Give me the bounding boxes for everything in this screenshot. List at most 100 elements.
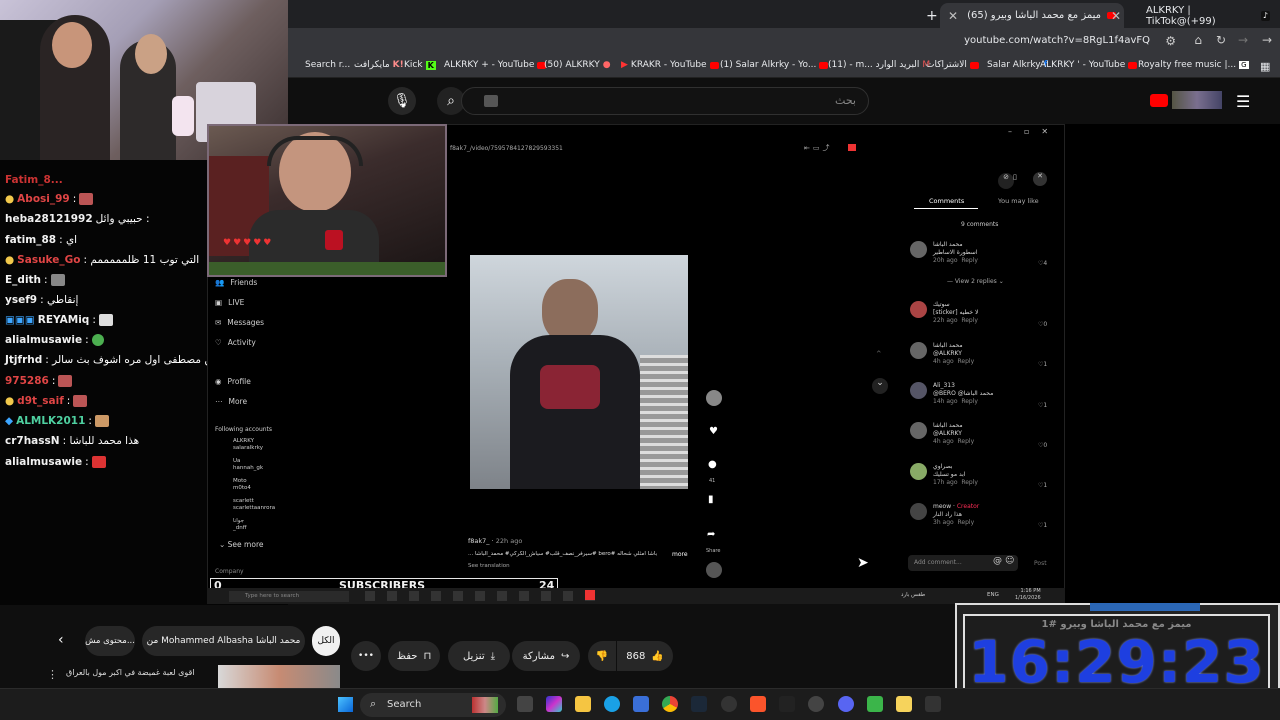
youtube-icon[interactable] — [1150, 94, 1168, 107]
copilot-icon[interactable] — [546, 696, 562, 712]
video-thumbnail[interactable] — [218, 665, 340, 689]
bookmark[interactable]: ALKRKY ' - YouTube — [1040, 60, 1138, 70]
save-button[interactable]: حفظ ⊓ — [388, 641, 440, 671]
app-icon[interactable] — [808, 696, 824, 712]
capcut-icon[interactable] — [779, 696, 795, 712]
share-icon[interactable]: ➦ — [707, 529, 715, 540]
like-count[interactable]: ♡0 — [1038, 442, 1047, 449]
avatar[interactable] — [910, 342, 927, 359]
post-button[interactable]: Post — [1034, 560, 1047, 567]
download-button[interactable]: تنزيل ⤓ — [448, 641, 510, 671]
bookmark[interactable]: الاشتراكات — [926, 60, 979, 70]
close-icon[interactable]: ✕ — [948, 9, 958, 23]
following-account[interactable]: ALKRKY salaralkrky — [233, 438, 263, 452]
chip[interactable]: من Mohammed Albasha محمد الباشا — [142, 626, 305, 656]
bookmark[interactable]: (50) ALKRKY ● — [544, 60, 611, 70]
tune-icon[interactable]: ⚙ — [1165, 34, 1176, 48]
chevron-left-icon[interactable]: ‹ — [58, 632, 64, 648]
sidebar-item-friends[interactable]: 👥 Friends — [215, 278, 257, 287]
close-icon[interactable]: ✕ — [1103, 3, 1121, 28]
window-controls[interactable]: –▫✕ — [1008, 127, 1060, 136]
more-actions-button[interactable]: ••• — [351, 641, 381, 671]
share-button[interactable]: مشاركة ↪ — [512, 641, 580, 671]
task-view-icon[interactable] — [517, 696, 533, 712]
reload-icon[interactable]: ↻ — [1216, 33, 1226, 47]
file-explorer-icon[interactable] — [575, 696, 591, 712]
minecraft-icon[interactable] — [867, 696, 883, 712]
avatar[interactable] — [910, 382, 927, 399]
bookmark[interactable]: ▶ KRAKR - YouTube — [621, 60, 719, 70]
sidebar-item-profile[interactable]: ◉ Profile — [215, 377, 251, 386]
bookmark[interactable]: Kick K — [404, 60, 436, 70]
tab-tiktok[interactable]: ALKRKY | TikTok@(+99) ♪ — [1138, 3, 1278, 28]
copy-icon[interactable]: ▯ — [1013, 173, 1017, 181]
url-field[interactable]: youtube.com/watch?v=8RgL1f4avFQ — [964, 35, 1150, 46]
mention-icon[interactable]: @ — [993, 556, 1002, 566]
like-count[interactable]: ♡1 — [1038, 402, 1047, 409]
chip[interactable]: محتوى مش... — [85, 626, 135, 656]
chrome-icon[interactable] — [662, 696, 678, 712]
home-icon[interactable]: ⌂ — [1194, 33, 1202, 47]
bookmark[interactable]: مايكرافت K! — [354, 60, 404, 70]
bookmark[interactable]: ALKRKY + - YouTube — [444, 60, 547, 70]
keyboard-icon[interactable] — [484, 95, 498, 107]
heart-icon[interactable]: ♥ — [709, 426, 718, 437]
avatar[interactable] — [910, 422, 927, 439]
search-input[interactable]: بحث — [461, 87, 869, 115]
like-count[interactable]: ♡0 — [1038, 321, 1047, 328]
like-count[interactable]: ♡1 — [1038, 361, 1047, 368]
next-video-title[interactable]: اقوى لعبة غميضة في اكبر مول بالعراق — [66, 668, 195, 677]
more-link[interactable]: more — [672, 551, 688, 558]
back-icon[interactable]: → — [1262, 33, 1272, 47]
obs-icon[interactable] — [721, 696, 737, 712]
steam-icon[interactable] — [691, 696, 707, 712]
sidebar-item-messages[interactable]: ✉ Messages — [215, 318, 264, 327]
chip-all[interactable]: الكل — [312, 626, 340, 656]
avatar[interactable] — [910, 463, 927, 480]
tab-youtube[interactable]: ✕ ميمز مع محمد الباشا وبيرو (65) — [940, 3, 1124, 28]
view-replies-link[interactable]: — View 2 replies ⌄ — [947, 278, 1004, 285]
following-account[interactable]: scarlett scarlettaanrora — [233, 498, 275, 512]
like-count[interactable]: ♡4 — [1038, 260, 1047, 267]
avatar[interactable] — [1172, 91, 1222, 109]
avatar[interactable] — [910, 503, 927, 520]
windows-start-icon[interactable] — [338, 697, 353, 712]
see-more-link[interactable]: ⌄ See more — [219, 540, 263, 549]
discord-icon[interactable] — [838, 696, 854, 712]
following-account[interactable]: جوانا _dnff — [233, 518, 247, 532]
sidebar-item-more[interactable]: ⋯ More — [215, 397, 247, 406]
taskbar-search[interactable]: ⌕ Search — [360, 693, 506, 717]
chevron-up-icon[interactable]: ⌃ — [875, 350, 883, 360]
close-icon[interactable]: ✕ — [1033, 172, 1047, 186]
tab-comments[interactable]: Comments — [929, 197, 964, 205]
kebab-menu-icon[interactable]: ⋮ — [47, 668, 58, 681]
avatar[interactable] — [706, 390, 722, 406]
edge-icon[interactable] — [604, 696, 620, 712]
following-account[interactable]: Ua hannah_gk — [233, 458, 263, 472]
tab-you-may-like[interactable]: You may like — [998, 197, 1039, 205]
comment-input[interactable]: Add comment... @ ☺ — [908, 555, 1018, 571]
bookmark[interactable]: Royalty free music |... G — [1138, 60, 1249, 70]
menu-icon[interactable]: ☰ — [1236, 92, 1250, 111]
chevron-down-icon[interactable]: ⌄ — [872, 378, 888, 394]
emoji-icon[interactable]: ⊘ — [998, 173, 1014, 189]
see-translation-link[interactable]: See translation — [468, 563, 510, 569]
comment-icon[interactable]: ● — [708, 459, 717, 470]
sidebar-item-live[interactable]: ▣ LIVE — [215, 298, 244, 307]
avatar[interactable] — [910, 301, 927, 318]
video-author[interactable]: f8ak7_ · 22h ago — [468, 537, 522, 545]
brave-icon[interactable] — [750, 696, 766, 712]
store-icon[interactable] — [633, 696, 649, 712]
bookmark[interactable]: Salar Alkrky f — [987, 60, 1048, 70]
bookmark-icon[interactable]: ▮ — [708, 494, 714, 505]
bookmark[interactable]: (1) Salar Alkrky - Yo... — [720, 60, 829, 70]
sound-icon[interactable] — [706, 562, 722, 578]
bookmark[interactable]: (11) - m... البريد الوارد M — [828, 60, 930, 70]
sidebar-item-activity[interactable]: ♡ Activity — [215, 338, 256, 347]
grid-icon[interactable]: ▦ — [1260, 60, 1270, 73]
like-button[interactable]: 868 👍 — [617, 641, 673, 671]
tiktok-video-thumbnail[interactable] — [470, 255, 688, 489]
forward-icon[interactable]: → — [1238, 33, 1248, 47]
mic-icon[interactable]: 🎙 — [388, 87, 416, 115]
emoji-icon[interactable]: ☺ — [1005, 556, 1014, 566]
